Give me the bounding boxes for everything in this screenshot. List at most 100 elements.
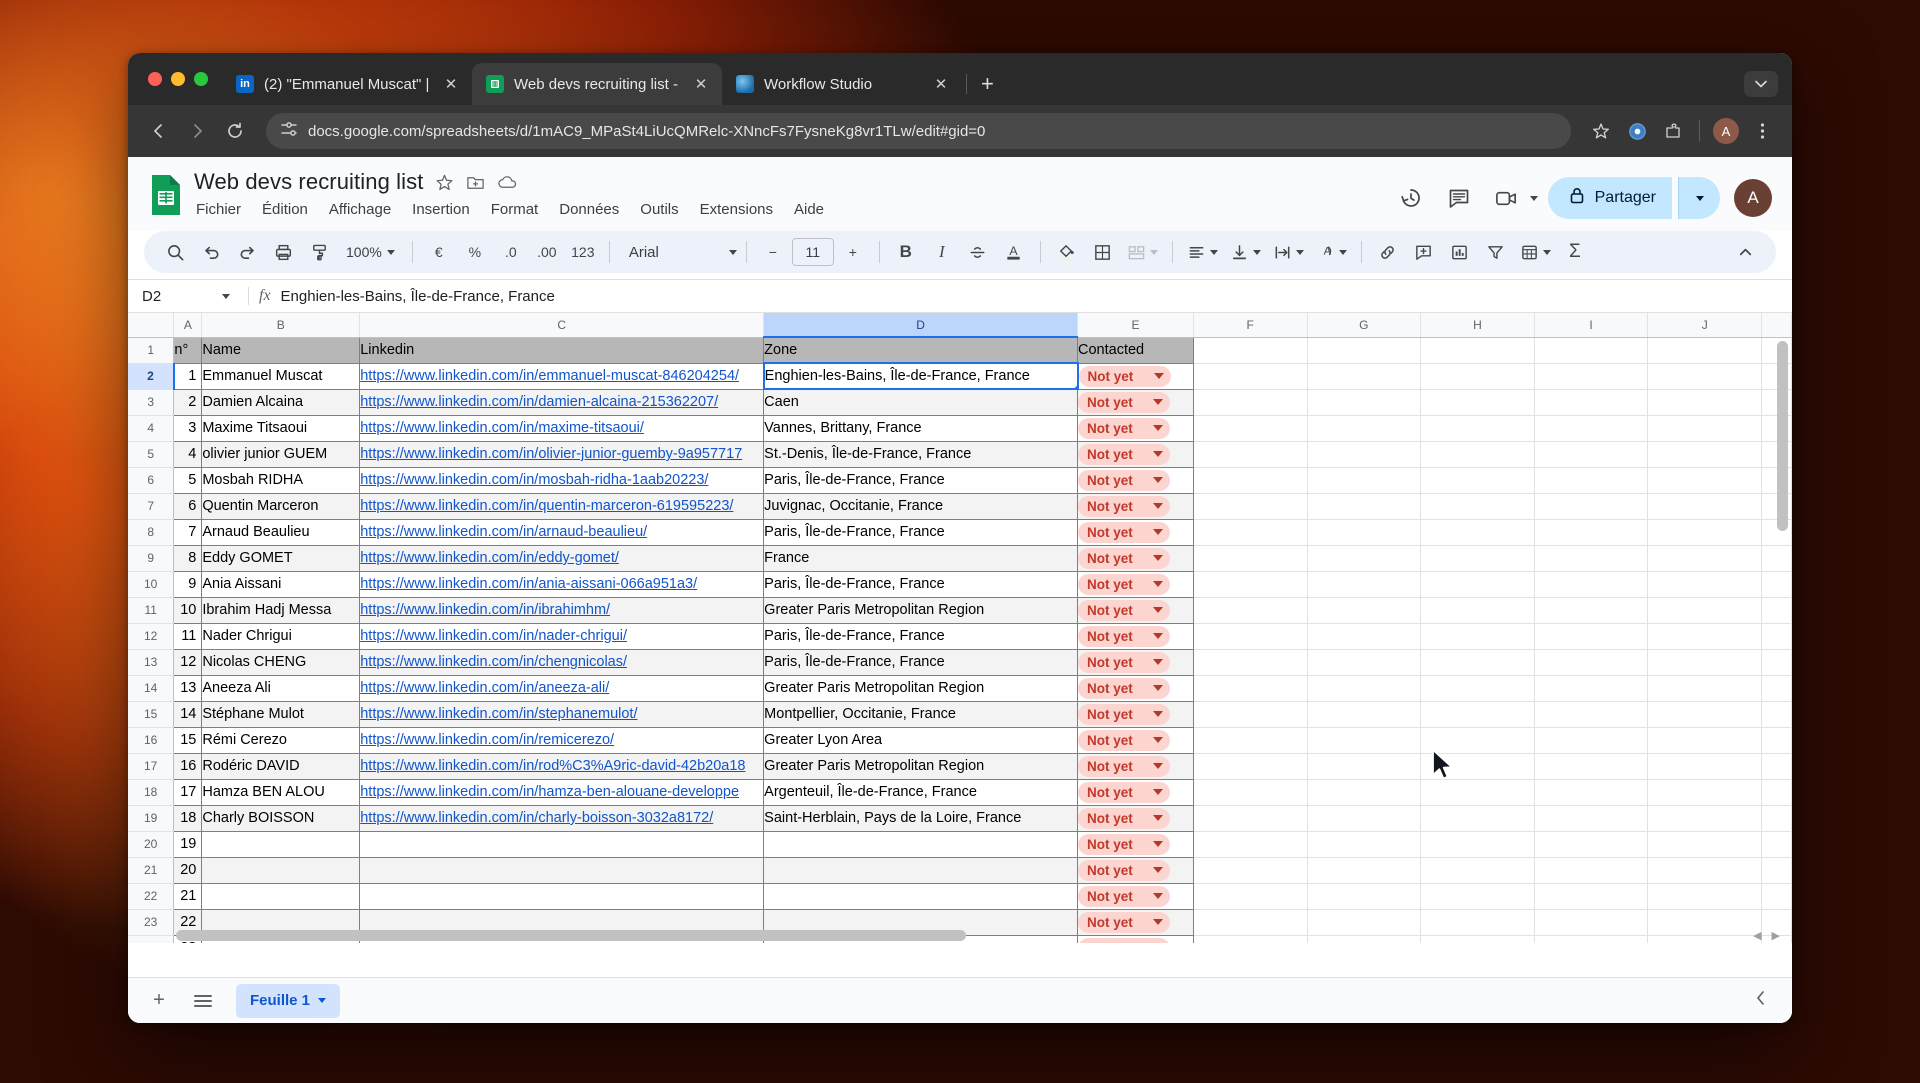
cell-name[interactable]: Emmanuel Muscat xyxy=(202,363,360,389)
chevron-down-icon[interactable] xyxy=(1153,867,1163,873)
chevron-down-icon[interactable] xyxy=(1153,529,1163,535)
cell-number[interactable]: 17 xyxy=(174,779,202,805)
cell-number[interactable]: 16 xyxy=(174,753,202,779)
extension-puzzle-icon[interactable] xyxy=(1621,115,1653,147)
column-title-a[interactable]: n° xyxy=(174,337,202,363)
cell-linkedin[interactable]: https://www.linkedin.com/in/ania-aissani… xyxy=(360,571,764,597)
row-header-13[interactable]: 13 xyxy=(128,649,174,675)
empty-cell[interactable] xyxy=(1307,415,1421,441)
redo-icon[interactable] xyxy=(230,235,264,269)
cell-linkedin[interactable]: https://www.linkedin.com/in/damien-alcai… xyxy=(360,389,764,415)
cell-linkedin[interactable] xyxy=(360,857,764,883)
chevron-down-icon[interactable] xyxy=(1153,737,1163,743)
status-badge[interactable]: Not yet xyxy=(1078,730,1170,751)
empty-cell[interactable] xyxy=(1421,675,1535,701)
print-icon[interactable] xyxy=(266,235,300,269)
cell-contacted[interactable]: Not yet xyxy=(1078,363,1194,389)
cell-contacted[interactable]: Not yet xyxy=(1078,389,1194,415)
scroll-right-icon[interactable]: ▶ xyxy=(1772,929,1780,942)
menu-item-outils[interactable]: Outils xyxy=(638,199,680,220)
cell-zone[interactable]: Paris, Île-de-France, France xyxy=(764,519,1078,545)
cell-number[interactable]: 19 xyxy=(174,831,202,857)
cell-number[interactable]: 11 xyxy=(174,623,202,649)
empty-cell[interactable] xyxy=(1421,623,1535,649)
empty-cell[interactable] xyxy=(1307,753,1421,779)
share-options-button[interactable] xyxy=(1678,177,1720,219)
empty-cell[interactable] xyxy=(1421,363,1535,389)
select-all-corner[interactable] xyxy=(128,313,174,337)
linkedin-link[interactable]: https://www.linkedin.com/in/stephanemulo… xyxy=(360,706,637,722)
empty-cell[interactable] xyxy=(1193,467,1307,493)
cell-number[interactable]: 9 xyxy=(174,571,202,597)
linkedin-link[interactable]: https://www.linkedin.com/in/maxime-titsa… xyxy=(360,420,644,436)
linkedin-link[interactable]: https://www.linkedin.com/in/nader-chrigu… xyxy=(360,628,627,644)
chevron-down-icon[interactable] xyxy=(1153,893,1163,899)
row-header-12[interactable]: 12 xyxy=(128,623,174,649)
cell-name[interactable]: Maxime Titsaoui xyxy=(202,415,360,441)
italic-button[interactable]: I xyxy=(925,235,959,269)
cell-zone[interactable]: Paris, Île-de-France, France xyxy=(764,623,1078,649)
user-avatar[interactable]: A xyxy=(1734,179,1772,217)
empty-cell[interactable] xyxy=(1421,519,1535,545)
empty-cell[interactable] xyxy=(1421,415,1535,441)
row-header-21[interactable]: 21 xyxy=(128,857,174,883)
cell-contacted[interactable]: Not yet xyxy=(1078,753,1194,779)
cell-contacted[interactable]: Not yet xyxy=(1078,857,1194,883)
cell-contacted[interactable]: Not yet xyxy=(1078,623,1194,649)
star-icon[interactable] xyxy=(435,173,454,192)
cell-linkedin[interactable]: https://www.linkedin.com/in/nader-chrigu… xyxy=(360,623,764,649)
empty-cell[interactable] xyxy=(1648,779,1762,805)
empty-cell[interactable] xyxy=(1534,649,1648,675)
cell-number[interactable]: 13 xyxy=(174,675,202,701)
horizontal-scrollbar[interactable]: ◀ ▶ xyxy=(128,927,1792,943)
empty-cell[interactable] xyxy=(1307,545,1421,571)
empty-cell[interactable] xyxy=(1648,805,1762,831)
empty-cell[interactable] xyxy=(1307,831,1421,857)
cell-zone[interactable]: France xyxy=(764,545,1078,571)
cell-number[interactable]: 15 xyxy=(174,727,202,753)
linkedin-link[interactable]: https://www.linkedin.com/in/chengnicolas… xyxy=(360,654,627,670)
profile-avatar[interactable]: A xyxy=(1710,115,1742,147)
menu-item-extensions[interactable]: Extensions xyxy=(698,199,775,220)
empty-cell[interactable] xyxy=(1307,597,1421,623)
empty-cell[interactable] xyxy=(1193,597,1307,623)
cell-contacted[interactable]: Not yet xyxy=(1078,649,1194,675)
empty-cell[interactable] xyxy=(1193,389,1307,415)
column-title-b[interactable]: Name xyxy=(202,337,360,363)
menu-item-aide[interactable]: Aide xyxy=(792,199,826,220)
row-header-16[interactable]: 16 xyxy=(128,727,174,753)
empty-cell[interactable] xyxy=(1421,337,1535,363)
version-history-icon[interactable] xyxy=(1390,177,1432,219)
empty-cell[interactable] xyxy=(1421,701,1535,727)
cell-linkedin[interactable] xyxy=(360,883,764,909)
linkedin-link[interactable]: https://www.linkedin.com/in/eddy-gomet/ xyxy=(360,550,619,566)
row-header-22[interactable]: 22 xyxy=(128,883,174,909)
browser-tab-workflow-studio[interactable]: Workflow Studio ✕ xyxy=(722,63,962,105)
empty-cell[interactable] xyxy=(1648,623,1762,649)
cell-linkedin[interactable]: https://www.linkedin.com/in/mosbah-ridha… xyxy=(360,467,764,493)
strikethrough-button[interactable] xyxy=(961,235,995,269)
empty-cell[interactable] xyxy=(1421,389,1535,415)
cell-name[interactable]: Hamza BEN ALOU xyxy=(202,779,360,805)
vertical-align-button[interactable] xyxy=(1225,235,1266,269)
empty-cell[interactable] xyxy=(1307,493,1421,519)
empty-cell[interactable] xyxy=(1421,597,1535,623)
empty-cell[interactable] xyxy=(1193,753,1307,779)
empty-cell[interactable] xyxy=(1193,727,1307,753)
empty-cell[interactable] xyxy=(1421,727,1535,753)
text-color-button[interactable]: A xyxy=(997,235,1031,269)
cell-number[interactable]: 2 xyxy=(174,389,202,415)
status-badge[interactable]: Not yet xyxy=(1078,522,1170,543)
empty-cell[interactable] xyxy=(1648,467,1762,493)
horizontal-align-button[interactable] xyxy=(1182,235,1223,269)
empty-cell[interactable] xyxy=(1534,519,1648,545)
cell-zone[interactable] xyxy=(764,831,1078,857)
row-header-9[interactable]: 9 xyxy=(128,545,174,571)
linkedin-link[interactable]: https://www.linkedin.com/in/aneeza-ali/ xyxy=(360,680,609,696)
chevron-down-icon[interactable] xyxy=(1153,633,1163,639)
chevron-down-icon[interactable] xyxy=(1153,581,1163,587)
empty-cell[interactable] xyxy=(1193,857,1307,883)
font-family-selector[interactable]: Arial xyxy=(619,244,737,261)
empty-cell[interactable] xyxy=(1648,545,1762,571)
cell-contacted[interactable]: Not yet xyxy=(1078,597,1194,623)
